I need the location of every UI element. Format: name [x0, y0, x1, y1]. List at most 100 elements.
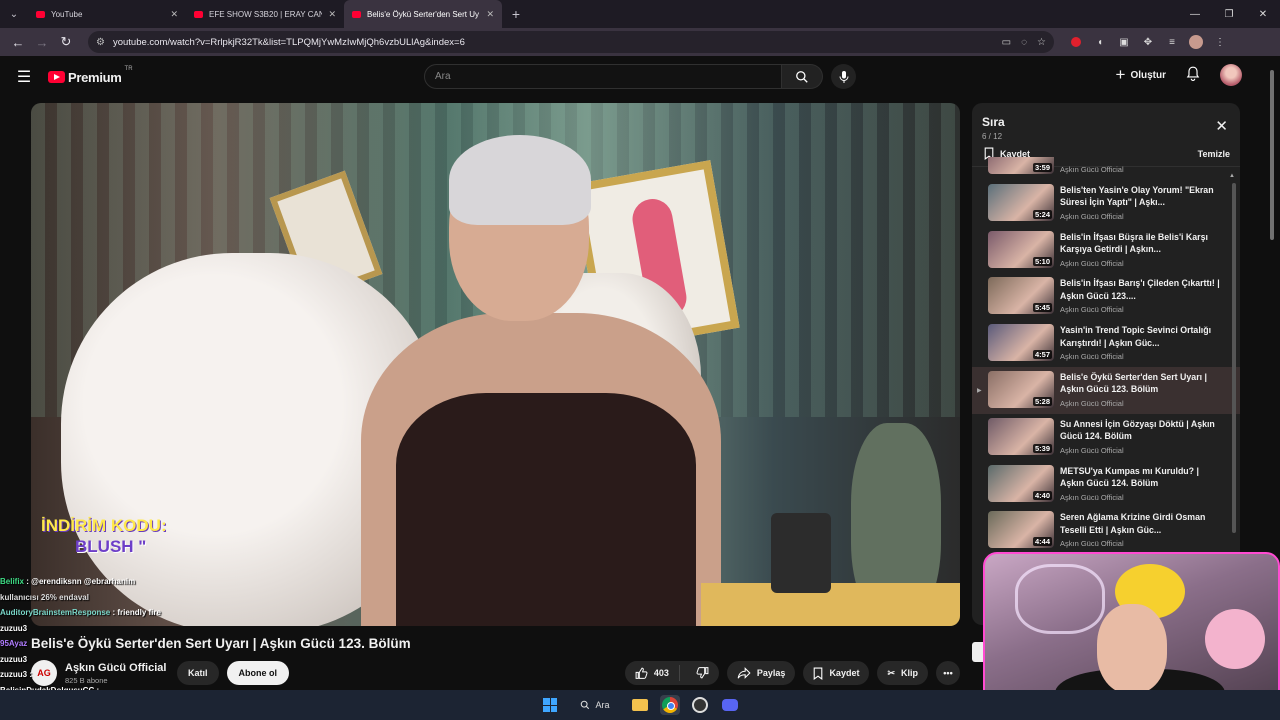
search-button[interactable]: [782, 64, 823, 89]
record-extension-icon[interactable]: [1068, 34, 1084, 50]
queue-thumbnail[interactable]: 4:44: [988, 511, 1054, 549]
tab-search-chevron-icon[interactable]: ⌄: [0, 0, 28, 28]
obs-icon[interactable]: [690, 695, 710, 715]
queue-thumbnail[interactable]: 4:57: [988, 324, 1054, 362]
tab-title: Belis'e Öykü Serter'den Sert Uy: [367, 9, 479, 19]
back-icon[interactable]: ←: [6, 30, 30, 54]
queue-item-title[interactable]: Yasin'in Trend Topic Sevinci Ortalığı Ka…: [1060, 324, 1222, 349]
restore-icon[interactable]: ❐: [1212, 0, 1246, 28]
close-window-icon[interactable]: ✕: [1246, 0, 1280, 28]
scissors-icon: ✂: [887, 667, 895, 678]
forward-icon[interactable]: →: [30, 30, 54, 54]
queue-item-title[interactable]: Seren Ağlama Krizine Girdi Osman Teselli…: [1060, 511, 1222, 536]
queue-item[interactable]: 5:10 Belis'in İfşası Büşra ile Belis'i Ka…: [972, 227, 1240, 274]
profile-avatar[interactable]: [1188, 34, 1204, 50]
queue-title: Sıra: [982, 115, 1005, 129]
more-horizontal-icon: •••: [943, 668, 953, 678]
queue-scrollbar[interactable]: [1232, 183, 1236, 533]
puzzle-icon[interactable]: ✥: [1140, 34, 1156, 50]
tab-close-icon[interactable]: ✕: [486, 9, 494, 20]
queue-thumbnail[interactable]: 5:24: [988, 183, 1054, 221]
discord-icon[interactable]: [720, 695, 740, 715]
queue-item-title[interactable]: Belis'e Öykü Serter'den Sert Uyarı | Aşk…: [1060, 371, 1222, 396]
create-button[interactable]: + Oluştur: [1116, 65, 1167, 85]
video-player[interactable]: İNDİRİM KODU: BLUSH ": [31, 103, 960, 626]
bookmark-star-icon[interactable]: ☆: [1037, 37, 1046, 48]
save-button[interactable]: Kaydet: [803, 661, 870, 685]
cast-icon[interactable]: ▭: [1002, 37, 1011, 48]
queue-thumbnail[interactable]: 3:59: [988, 157, 1054, 174]
queue-item[interactable]: 5:45 Belis'in İfşası Barış'ı Çileden Çıka…: [972, 273, 1240, 320]
browser-tab-current[interactable]: Belis'e Öykü Serter'den Sert Uy ✕: [344, 0, 502, 28]
queue-item-text: Seren Ağlama Krizine Girdi Osman Teselli…: [1060, 507, 1222, 554]
tab-title: EFE SHOW S3B20 | ERAY CAN Ö: [209, 9, 323, 19]
youtube-premium-logo[interactable]: Premium TR: [48, 66, 133, 85]
reading-list-icon[interactable]: ≡: [1164, 34, 1180, 50]
browser-tab-youtube[interactable]: YouTube ✕: [28, 0, 186, 28]
duration-badge: 5:24: [1032, 209, 1052, 219]
queue-item-title[interactable]: METSU'ya Kumpas mı Kuruldu? | Aşkın Gücü…: [1060, 465, 1222, 490]
neon-sign: [1015, 564, 1105, 634]
tab-close-icon[interactable]: ✕: [170, 9, 178, 20]
queue-item[interactable]: ▶ 5:28 Belis'e Öykü Serter'den Sert Uyarı …: [972, 366, 1240, 414]
taskbar-search[interactable]: Ara: [570, 694, 619, 716]
dislike-button[interactable]: [686, 666, 719, 681]
like-count: 403: [653, 668, 669, 678]
browser-tabstrip: ⌄ YouTube ✕ EFE SHOW S3B20 | ERAY CAN Ö …: [0, 0, 1280, 28]
header-actions: + Oluştur: [1116, 64, 1242, 86]
queue-item-title[interactable]: Belis'in İfşası Büşra ile Belis'i Karşı …: [1060, 231, 1222, 256]
now-playing-icon: ▶: [977, 387, 982, 394]
user-avatar[interactable]: [1220, 64, 1242, 86]
queue-thumbnail[interactable]: 5:10: [988, 230, 1054, 268]
queue-item-channel: Aşkın Gücü Official: [1060, 165, 1124, 174]
queue-thumbnail[interactable]: 5:39: [988, 417, 1054, 455]
voice-search-button[interactable]: [831, 64, 856, 89]
windows-start-icon[interactable]: [540, 695, 560, 715]
new-tab-button[interactable]: +: [502, 6, 530, 22]
queue-item-title[interactable]: Belis'in İfşası Barış'ı Çileden Çıkarttı…: [1060, 277, 1222, 302]
queue-item-text: Belis'ten Yasin'e Olay Yorum! "Ekran Sür…: [1060, 180, 1222, 227]
menu-kebab-icon[interactable]: ⋮: [1212, 34, 1228, 50]
address-bar[interactable]: ⚙ youtube.com/watch?v=RrlpkjR32Tk&list=T…: [88, 31, 1054, 53]
page-scrollbar[interactable]: [1270, 60, 1276, 240]
search-input[interactable]: [424, 64, 782, 89]
extension-icon[interactable]: ▣: [1116, 34, 1132, 50]
queue-close-icon[interactable]: ✕: [1215, 117, 1228, 135]
share-button[interactable]: Paylaş: [726, 661, 796, 685]
queue-item-title[interactable]: [1060, 157, 1222, 162]
queue-item-channel: Aşkın Gücü Official: [1060, 352, 1124, 362]
clip-button[interactable]: ✂ Klip: [877, 661, 928, 685]
queue-item[interactable]: 4:44 Seren Ağlama Krizine Girdi Osman Tes…: [972, 507, 1240, 554]
hamburger-menu-icon[interactable]: ☰: [0, 67, 48, 87]
like-button[interactable]: 403: [625, 665, 680, 681]
reload-icon[interactable]: ↻: [54, 30, 78, 54]
scroll-up-arrow-icon[interactable]: ▲: [1229, 173, 1235, 179]
queue-item[interactable]: 4:57 Yasin'in Trend Topic Sevinci Ortalığ…: [972, 320, 1240, 367]
hide-icon[interactable]: ◌: [1021, 37, 1027, 48]
notifications-bell-icon[interactable]: [1186, 66, 1200, 84]
queue-item-title[interactable]: Belis'ten Yasin'e Olay Yorum! "Ekran Sür…: [1060, 184, 1222, 209]
logo-text: Premium: [68, 69, 122, 85]
chat-message: Belifix : @erendiksnn @ebrarhanim: [0, 574, 240, 590]
queue-item[interactable]: 4:40 METSU'ya Kumpas mı Kuruldu? | Aşkın …: [972, 461, 1240, 508]
more-actions-button[interactable]: •••: [936, 661, 960, 685]
queue-thumbnail[interactable]: 5:45: [988, 277, 1054, 315]
translate-extension-icon[interactable]: ◖: [1092, 34, 1108, 50]
duration-badge: 5:28: [1032, 396, 1052, 406]
queue-item[interactable]: 3:59 Aşkın Gücü Official: [972, 157, 1240, 180]
file-explorer-icon[interactable]: [630, 695, 650, 715]
like-dislike-group: 403: [624, 661, 719, 685]
browser-tab-efe-show[interactable]: EFE SHOW S3B20 | ERAY CAN Ö ✕: [186, 0, 344, 28]
plush-toy: [1205, 609, 1265, 669]
site-info-icon[interactable]: ⚙: [96, 37, 105, 48]
queue-item-title[interactable]: Su Annesi İçin Gözyaşı Döktü | Aşkın Güc…: [1060, 418, 1222, 443]
minimize-icon[interactable]: —: [1178, 0, 1212, 28]
queue-thumbnail[interactable]: 4:40: [988, 464, 1054, 502]
thumbs-down-icon: [696, 666, 709, 678]
tab-close-icon[interactable]: ✕: [328, 9, 336, 20]
queue-item[interactable]: 5:24 Belis'ten Yasin'e Olay Yorum! "Ekran…: [972, 180, 1240, 227]
chat-text: :: [29, 670, 33, 679]
queue-thumbnail[interactable]: 5:28: [988, 370, 1054, 408]
queue-item[interactable]: 5:39 Su Annesi İçin Gözyaşı Döktü | Aşkın…: [972, 414, 1240, 461]
chrome-icon[interactable]: [659, 695, 680, 715]
